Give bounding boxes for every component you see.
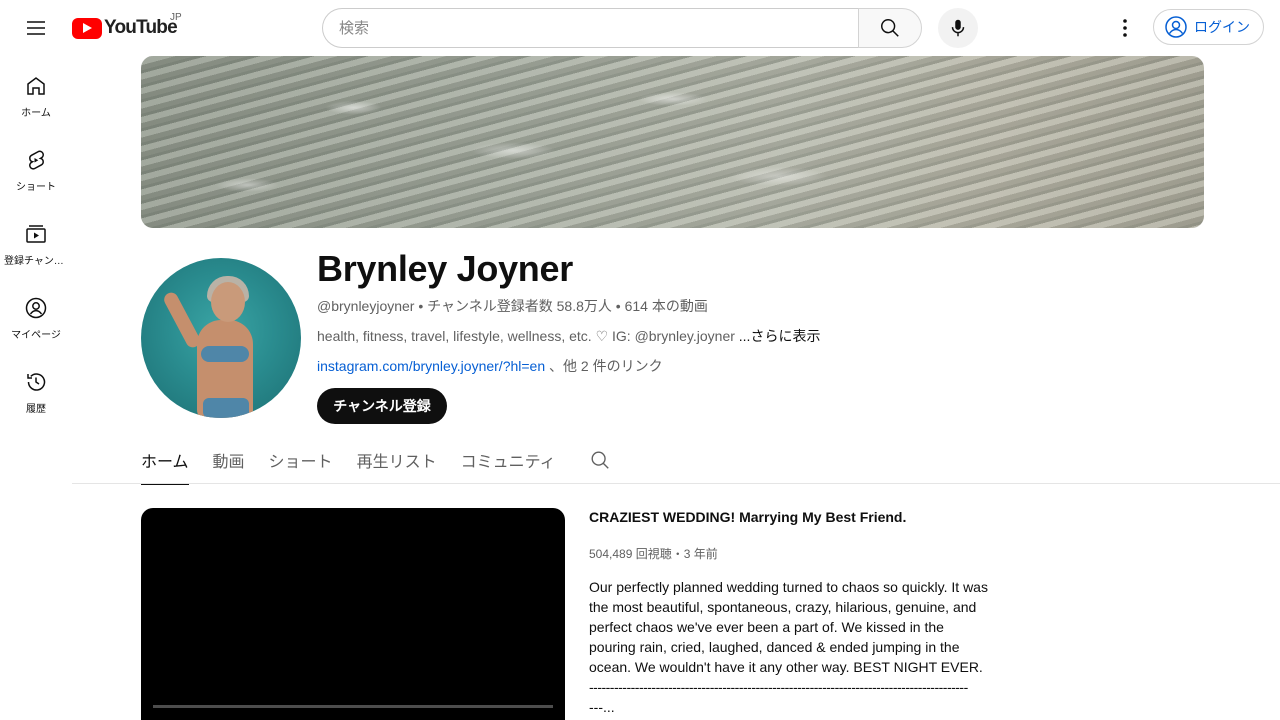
sidebar-item-you[interactable]: マイページ: [0, 278, 72, 352]
channel-avatar[interactable]: [141, 258, 301, 418]
login-button[interactable]: ログイン: [1153, 9, 1264, 45]
avatar-figure-bottom: [203, 398, 249, 418]
subscribe-button[interactable]: チャンネル登録: [317, 388, 447, 424]
sidebar-item-label: 登録チャンネル: [4, 256, 68, 267]
tab-search-button[interactable]: [580, 436, 620, 484]
channel-links: instagram.com/brynley.joyner/?hl=en 、他 2…: [317, 356, 663, 376]
featured-video-title[interactable]: CRAZIEST WEDDING! Marrying My Best Frien…: [589, 509, 906, 525]
youtube-logo[interactable]: YouTube JP: [72, 12, 182, 40]
history-icon: [27, 373, 46, 391]
meta-separator: •: [418, 298, 428, 314]
tab-shorts[interactable]: ショート: [269, 436, 333, 484]
settings-more-button[interactable]: [1105, 8, 1145, 48]
tab-playlists[interactable]: 再生リスト: [357, 436, 437, 484]
voice-search-button[interactable]: [938, 8, 978, 48]
logo-text: YouTube: [104, 17, 178, 38]
sidebar-item-label: 履歴: [26, 404, 46, 415]
description-body: Our perfectly planned wedding turned to …: [589, 579, 988, 675]
sidebar-item-shorts[interactable]: ショート: [0, 130, 72, 204]
more-vert-icon: [1123, 19, 1127, 37]
logo-region: JP: [170, 12, 182, 23]
login-label: ログイン: [1194, 19, 1250, 35]
subscriptions-icon: [26, 225, 46, 243]
search-button[interactable]: [858, 8, 922, 48]
mini-guide-sidebar: ホーム ショート 登録チャンネル マイページ 履歴: [0, 56, 72, 426]
tab-home[interactable]: ホーム: [141, 436, 189, 485]
show-more-link[interactable]: ...さらに表示: [739, 328, 821, 344]
avatar-figure-head: [211, 282, 245, 322]
channel-handle: @brynleyjoyner: [317, 298, 415, 314]
featured-video-stats: 504,489 回視聴・3 年前: [589, 547, 718, 561]
home-icon: [27, 77, 45, 95]
sidebar-item-label: ホーム: [21, 108, 51, 119]
search-bar: [322, 8, 922, 48]
search-icon: [881, 19, 899, 37]
sidebar-item-home[interactable]: ホーム: [0, 56, 72, 130]
channel-name: Brynley Joyner: [317, 248, 573, 289]
description-truncated: ---...: [589, 699, 615, 715]
description-text: health, fitness, travel, lifestyle, well…: [317, 328, 735, 344]
account-circle-icon: [1165, 16, 1187, 38]
top-bar: YouTube JP ログイン: [0, 0, 1280, 56]
channel-link[interactable]: instagram.com/brynley.joyner/?hl=en: [317, 358, 545, 374]
microphone-icon: [951, 19, 965, 37]
featured-video-player[interactable]: [141, 508, 565, 720]
description-divider: ----------------------------------------…: [589, 679, 968, 695]
avatar-figure-top: [201, 346, 249, 362]
channel-banner: [141, 56, 1204, 228]
search-icon: [591, 451, 609, 469]
shorts-icon: [29, 150, 44, 170]
sidebar-item-history[interactable]: 履歴: [0, 352, 72, 426]
subscriber-count: チャンネル登録者数 58.8万人: [427, 298, 612, 314]
meta-separator: •: [615, 298, 625, 314]
sidebar-item-label: ショート: [16, 182, 56, 193]
tab-community[interactable]: コミュニティ: [461, 436, 556, 484]
search-input[interactable]: [322, 8, 859, 48]
hamburger-menu-icon: [27, 21, 45, 35]
tabs-divider: [72, 483, 1280, 484]
more-links[interactable]: 、他 2 件のリンク: [549, 358, 663, 374]
video-progress-bar[interactable]: [153, 705, 553, 708]
featured-video-description[interactable]: Our perfectly planned wedding turned to …: [589, 577, 989, 717]
channel-tabs: ホーム 動画 ショート 再生リスト コミュニティ: [141, 436, 620, 485]
sidebar-item-label: マイページ: [11, 330, 61, 341]
channel-description[interactable]: health, fitness, travel, lifestyle, well…: [317, 326, 820, 346]
video-count: 614 本の動画: [624, 298, 708, 314]
channel-meta: @brynleyjoyner • チャンネル登録者数 58.8万人 • 614 …: [317, 296, 708, 316]
youtube-play-icon: [72, 17, 102, 39]
menu-button[interactable]: [16, 8, 56, 48]
tab-videos[interactable]: 動画: [213, 436, 245, 484]
sidebar-item-subscriptions[interactable]: 登録チャンネル: [0, 204, 72, 278]
you-icon: [25, 297, 47, 319]
